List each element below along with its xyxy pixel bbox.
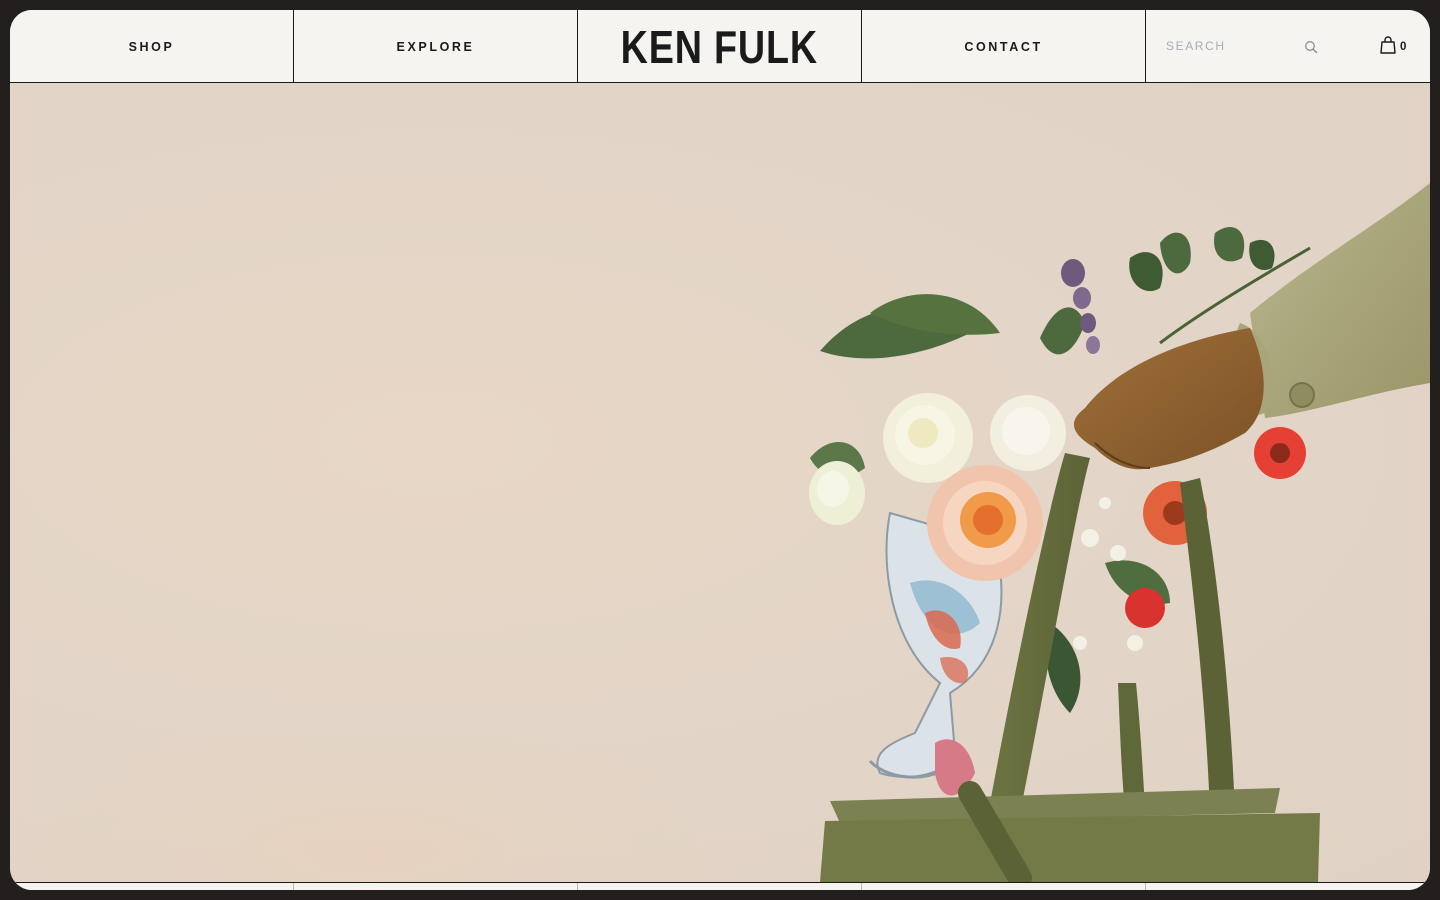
- hero-banner: [10, 83, 1430, 882]
- nav-cell-logo[interactable]: KEN FULK: [578, 10, 862, 83]
- footer-grid-cell: [862, 883, 1146, 890]
- top-navigation: SHOP EXPLORE KEN FULK CONTACT SEARCH 0: [10, 10, 1430, 83]
- footer-grid-cell: [578, 883, 862, 890]
- footer-grid-cell: [1146, 883, 1430, 890]
- page-frame: SHOP EXPLORE KEN FULK CONTACT SEARCH 0: [10, 10, 1430, 890]
- nav-link-explore[interactable]: EXPLORE: [397, 40, 475, 54]
- search-input[interactable]: [1166, 34, 1302, 58]
- nav-cell-search: 0: [1146, 10, 1430, 83]
- footer-grid-cell: [10, 883, 294, 890]
- nav-link-contact[interactable]: CONTACT: [964, 40, 1042, 54]
- shopping-bag-icon: [1380, 35, 1396, 59]
- nav-cell-explore[interactable]: EXPLORE: [294, 10, 578, 83]
- nav-link-shop[interactable]: SHOP: [129, 40, 175, 54]
- brand-logo[interactable]: KEN FULK: [621, 24, 818, 70]
- search-icon[interactable]: [1304, 40, 1318, 54]
- footer-grid-cell: [294, 883, 578, 890]
- cart-button[interactable]: 0: [1380, 35, 1407, 59]
- cart-count: 0: [1400, 41, 1407, 53]
- footer-grid-strip: [10, 882, 1430, 890]
- nav-cell-shop[interactable]: SHOP: [10, 10, 294, 83]
- nav-cell-contact[interactable]: CONTACT: [862, 10, 1146, 83]
- hero-illustration-bouquet-bag: [10, 183, 1430, 882]
